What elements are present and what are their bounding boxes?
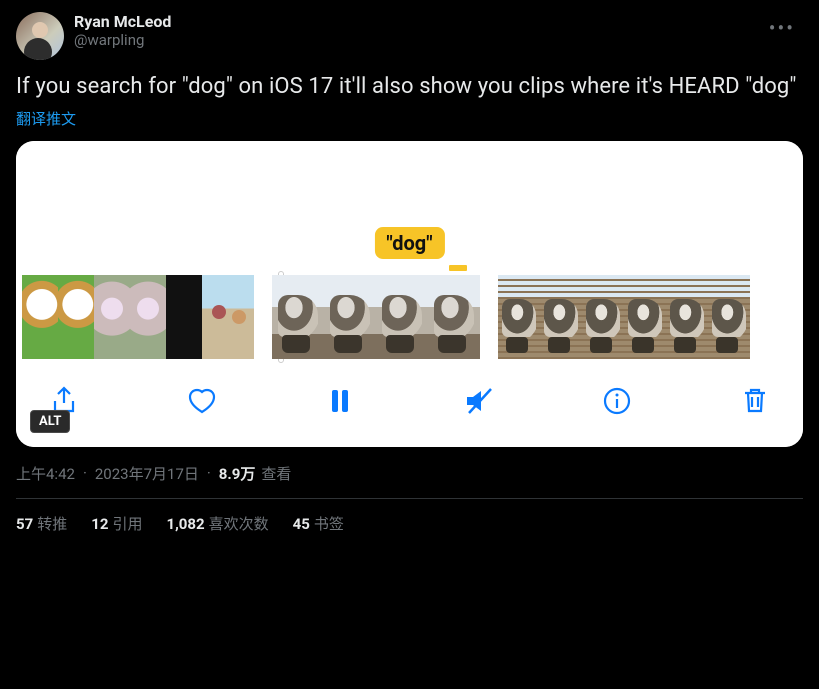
clip-frame (272, 275, 324, 359)
mute-icon[interactable] (459, 381, 499, 421)
clip-group[interactable] (22, 275, 254, 359)
caption-row: "dog" (16, 227, 803, 269)
dot-separator: · (207, 464, 211, 482)
translate-link[interactable]: 翻译推文 (16, 108, 803, 129)
clip-frame (624, 275, 666, 359)
divider (16, 498, 803, 499)
clip-group[interactable] (498, 275, 750, 359)
clip-frame (324, 275, 376, 359)
clip-frame (58, 275, 94, 359)
clip-frame (166, 275, 202, 359)
trash-icon[interactable] (735, 381, 775, 421)
alt-badge[interactable]: ALT (30, 410, 70, 433)
media-card[interactable]: "dog" (16, 141, 803, 447)
tweet-time[interactable]: 上午4:42 (16, 463, 75, 484)
video-timeline[interactable] (16, 269, 803, 363)
clip-frame (498, 275, 540, 359)
more-icon[interactable]: ••• (761, 12, 803, 44)
clip-frame (428, 275, 480, 359)
views-count: 8.9万 (219, 463, 256, 484)
clip-group[interactable] (272, 275, 480, 359)
clip-frame (22, 275, 58, 359)
clip-frame (130, 275, 166, 359)
clip-frame (94, 275, 130, 359)
tweet-text: If you search for "dog" on iOS 17 it'll … (16, 72, 803, 102)
pause-icon[interactable] (320, 381, 360, 421)
tweet-header: Ryan McLeod @warpling ••• (16, 12, 803, 60)
clip-frame (376, 275, 428, 359)
author-display-name[interactable]: Ryan McLeod (74, 12, 171, 31)
heart-icon[interactable] (182, 381, 222, 421)
info-icon[interactable] (597, 381, 637, 421)
clip-frame (202, 275, 254, 359)
clip-frame (666, 275, 708, 359)
avatar[interactable] (16, 12, 64, 60)
stat-quotes[interactable]: 12引用 (91, 513, 142, 534)
media-toolbar (16, 363, 803, 447)
views-label: 查看 (261, 463, 291, 484)
stat-retweets[interactable]: 57转推 (16, 513, 67, 534)
dot-separator: · (83, 464, 87, 482)
author-handle[interactable]: @warpling (74, 31, 171, 49)
tweet-meta: 上午4:42 · 2023年7月17日 · 8.9万 查看 (16, 463, 803, 498)
tweet-stats: 57转推 12引用 1,082喜欢次数 45书签 (16, 513, 803, 534)
tweet-date[interactable]: 2023年7月17日 (95, 463, 199, 484)
clip-frame (582, 275, 624, 359)
playhead-marker (449, 265, 467, 271)
caption-bubble: "dog" (374, 227, 444, 259)
stat-likes[interactable]: 1,082喜欢次数 (166, 513, 268, 534)
clip-frame (708, 275, 750, 359)
clip-frame (540, 275, 582, 359)
stat-bookmarks[interactable]: 45书签 (293, 513, 344, 534)
media-whitespace (16, 141, 803, 227)
